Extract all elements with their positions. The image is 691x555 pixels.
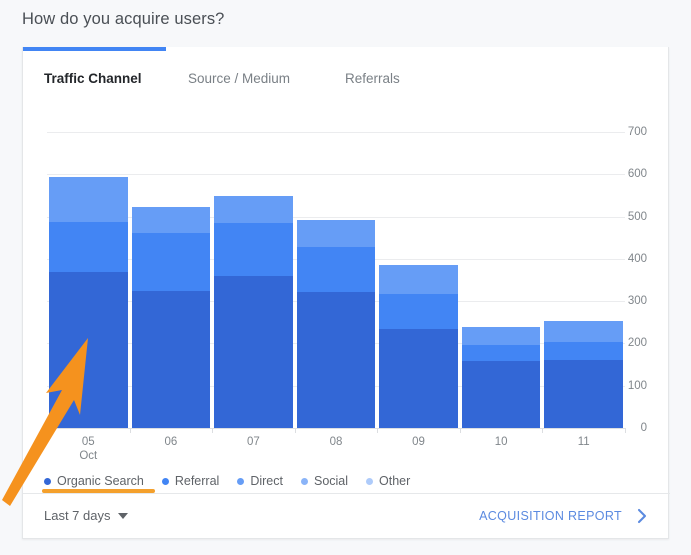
bar-segment-organic-search[interactable]	[379, 328, 458, 428]
legend-item-other[interactable]: Other	[366, 474, 410, 488]
legend-item-direct[interactable]: Direct	[237, 474, 283, 488]
bar-segment-organic-search[interactable]	[131, 290, 211, 428]
bar-segment-direct[interactable]	[131, 207, 211, 233]
x-axis-tick-label: 05 Oct	[79, 435, 97, 463]
y-axis-tick-label: 300	[627, 295, 647, 308]
gridline	[47, 132, 625, 133]
x-tick-day: 07	[247, 436, 260, 448]
chart-baseline	[47, 428, 625, 429]
bar-segment-organic-search[interactable]	[461, 360, 541, 428]
bar-segment-organic-search[interactable]	[49, 272, 128, 428]
bar-segment-referral[interactable]	[49, 222, 128, 273]
chevron-down-icon	[117, 512, 128, 519]
gridline	[47, 174, 625, 176]
legend-item-social[interactable]: Social	[300, 474, 349, 488]
legend-dot-social	[300, 477, 308, 485]
legend-label-referral: Referral	[174, 474, 220, 488]
x-axis-tick-label: 06	[164, 435, 177, 449]
x-axis-tick-mark	[542, 428, 544, 433]
x-axis-tick-label: 10	[495, 435, 508, 449]
y-axis-tick-label: 200	[627, 337, 647, 350]
y-axis-tick-label: 100	[627, 379, 647, 392]
x-axis-tick-label: 08	[330, 435, 343, 449]
bar-08[interactable]	[296, 220, 376, 428]
bar-segment-organic-search[interactable]	[296, 292, 376, 428]
bar-segment-direct[interactable]	[544, 321, 623, 342]
x-axis-tick-mark	[459, 428, 461, 433]
bar-10[interactable]	[461, 327, 541, 428]
x-tick-day: 11	[577, 436, 590, 448]
x-axis-tick-label: 09	[412, 435, 425, 449]
legend-item-organic-search[interactable]: Organic Search	[44, 474, 144, 488]
x-tick-month: Oct	[79, 450, 98, 462]
x-axis-tick-mark	[47, 428, 48, 433]
legend-label-direct: Direct	[250, 474, 283, 488]
bar-segment-referral[interactable]	[379, 293, 458, 329]
x-tick-day: 08	[329, 436, 343, 448]
acquisition-report-link[interactable]: ACQUISITION REPORT	[479, 509, 622, 523]
x-tick-day: 06	[164, 436, 178, 448]
bar-segment-direct[interactable]	[379, 264, 458, 294]
card-footer: Last 7 days ACQUISITION REPORT	[23, 493, 670, 538]
bar-segment-referral[interactable]	[461, 344, 541, 361]
bar-05[interactable]	[49, 176, 128, 428]
bar-segment-referral[interactable]	[544, 341, 623, 360]
page-title: How do you acquire users?	[22, 10, 225, 28]
legend-label-social: Social	[313, 474, 349, 488]
chart-legend: Organic Search Referral Direct Social Other	[44, 472, 428, 490]
bar-segment-referral[interactable]	[214, 223, 293, 277]
date-range-label: Last 7 days	[44, 508, 111, 523]
x-tick-day: 09	[412, 436, 425, 448]
bar-segment-organic-search[interactable]	[544, 359, 623, 428]
legend-label-organic-search: Organic Search	[57, 474, 144, 488]
legend-dot-other	[366, 477, 374, 485]
bar-segment-direct[interactable]	[214, 195, 293, 224]
bar-11[interactable]	[544, 321, 623, 428]
x-axis-tick-mark	[212, 428, 214, 433]
legend-dot-referral	[161, 477, 169, 485]
x-axis-tick-mark	[129, 428, 131, 433]
chevron-right-icon[interactable]	[634, 507, 650, 529]
bar-06[interactable]	[131, 207, 211, 428]
date-range-selector[interactable]: Last 7 days	[44, 508, 128, 523]
bar-segment-referral[interactable]	[296, 247, 376, 293]
stacked-bar-chart: 0 100 200 300 400 500 600 700 05 Oct 06 07 08 09 10 11	[23, 47, 670, 539]
bar-segment-referral[interactable]	[131, 232, 211, 291]
x-tick-day: 05	[81, 436, 95, 448]
legend-dot-direct	[237, 477, 245, 485]
y-axis-tick-label: 500	[627, 210, 647, 223]
x-axis-tick-mark	[294, 428, 296, 433]
y-axis-tick-label: 600	[627, 168, 647, 181]
bar-09[interactable]	[379, 264, 458, 428]
legend-dot-organic-search	[44, 477, 51, 485]
y-axis-tick-label: 400	[627, 252, 647, 265]
y-axis-tick-label: 0	[640, 422, 647, 434]
x-axis-tick-label: 07	[247, 435, 260, 449]
bar-segment-organic-search[interactable]	[214, 276, 293, 428]
x-axis-tick-mark	[377, 428, 379, 433]
bar-07[interactable]	[214, 195, 293, 428]
legend-label-other: Other	[379, 474, 411, 488]
legend-item-referral[interactable]: Referral	[161, 474, 220, 488]
bar-segment-direct[interactable]	[49, 176, 128, 223]
x-tick-day: 10	[494, 436, 508, 448]
bar-segment-direct[interactable]	[461, 327, 541, 345]
y-axis-tick-label: 700	[627, 126, 647, 138]
acquisition-card: Traffic Channel Source / Medium Referral…	[22, 47, 670, 539]
x-axis-tick-label: 11	[578, 435, 590, 449]
bar-segment-direct[interactable]	[296, 220, 376, 248]
x-axis-tick-mark	[625, 428, 626, 433]
